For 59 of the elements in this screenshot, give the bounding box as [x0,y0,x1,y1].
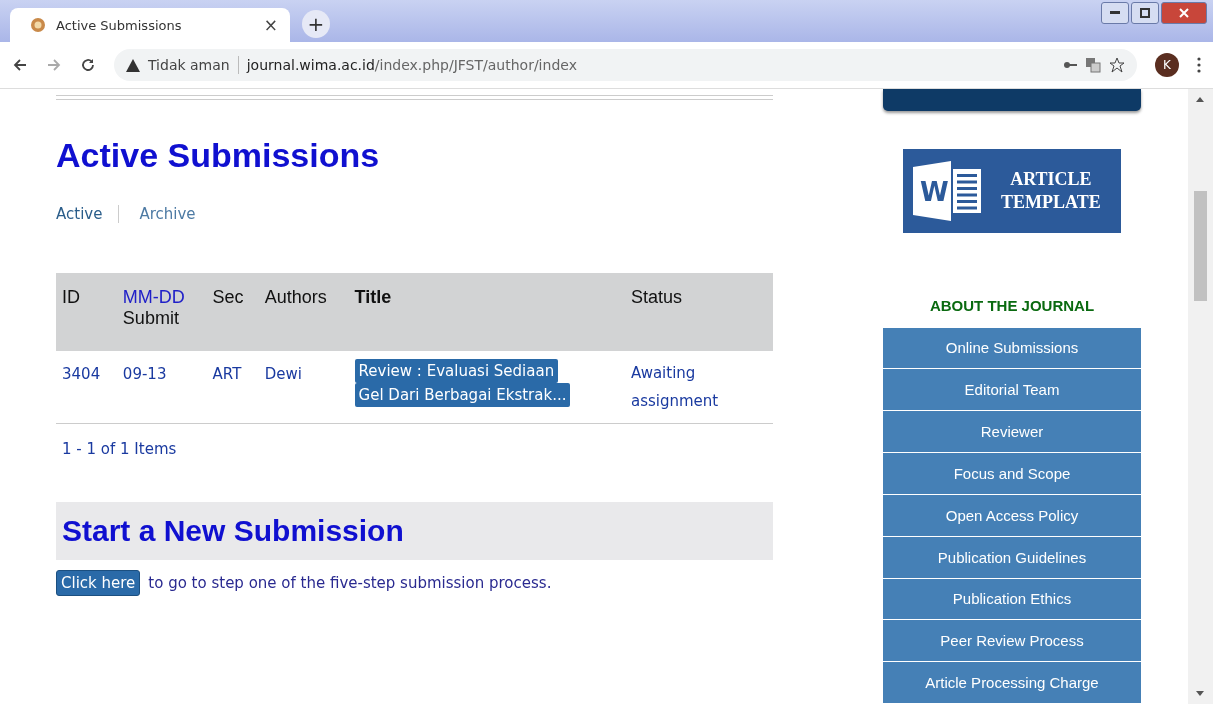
table-cell: ART [212,365,242,383]
column-header: Submit [122,308,179,328]
pagination-text: 1 - 1 of 1 Items [62,440,178,458]
title-link[interactable]: Review : Evaluasi Sediaan [354,359,559,383]
tab-title: Active Submissions [56,17,183,33]
url-text: journal.wima.ac.id/index.php/JFST/author/index [246,57,577,73]
sidebar-menu-item[interactable]: Article Processing Charge [883,662,1141,703]
translate-icon[interactable] [1085,57,1101,73]
column-header: Authors [264,287,327,307]
column-header: Sec [212,287,244,307]
submission-tab[interactable]: Active [56,205,120,223]
browser-tab[interactable]: Active Submissions × [10,8,290,42]
sidebar-menu-item[interactable]: Publication Ethics [883,578,1141,620]
close-icon [1179,8,1189,18]
back-icon[interactable] [12,57,28,73]
minimize-button[interactable] [1101,2,1129,24]
warning-icon [126,58,140,72]
sort-link[interactable]: MM-DD [122,287,185,307]
banner-text: ARTICLE TEMPLATE [1001,168,1101,214]
site-logo-icon [30,17,46,33]
sidebar-menu-item[interactable]: Editorial Team [883,369,1141,411]
column-header: Status [631,287,682,307]
sidebar-menu-item[interactable]: Focus and Scope [883,453,1141,494]
sidebar-heading: ABOUT THE JOURNAL [929,296,1095,314]
maximize-icon [1140,8,1150,18]
table-cell: Dewi [264,365,302,383]
sidebar-menu-item[interactable]: Peer Review Process [883,620,1141,662]
sidebar-menu-item[interactable]: Publication Guidelines [883,536,1141,578]
security-label: Tidak aman [148,57,230,73]
scrollbar[interactable] [1188,89,1213,704]
status-link[interactable]: Awaiting assignment [631,359,741,415]
menu-icon[interactable] [1197,57,1201,73]
address-bar[interactable]: Tidak aman journal.wima.ac.id/index.php/JFST/author/index [114,49,1137,81]
scrollbar-thumb[interactable] [1194,191,1207,301]
column-header: ID [62,287,80,307]
maximize-button[interactable] [1131,2,1159,24]
title-link[interactable]: Gel Dari Berbagai Ekstrak... [354,383,571,407]
submission-id-link[interactable]: 3404 [62,365,101,383]
scroll-up-icon[interactable] [1196,97,1204,102]
key-icon[interactable] [1063,61,1077,69]
sidebar-menu-item[interactable]: Reviewer [883,411,1141,453]
reload-icon[interactable] [80,57,96,73]
submission-tab[interactable]: Archive [139,205,212,223]
close-window-button[interactable] [1161,2,1207,24]
star-icon[interactable] [1109,57,1125,73]
table-cell: 09-13 [122,365,167,383]
column-header: Title [354,287,392,307]
scroll-down-icon[interactable] [1196,691,1204,696]
instruction-text: to go to step one of the five-step submission process. [148,574,552,592]
page-title: Active Submissions [56,136,381,175]
article-template-banner[interactable]: W ARTICLE TEMPLATE [903,148,1121,233]
minimize-icon [1110,11,1120,15]
close-tab-button[interactable]: × [263,15,278,35]
profile-avatar[interactable]: K [1155,53,1179,77]
new-tab-button[interactable]: + [302,10,330,38]
section-title: Start a New Submission [62,514,404,548]
click-here-button[interactable]: Click here [56,570,141,596]
sidebar-menu-item[interactable]: Online Submissions [883,327,1141,369]
sidebar-menu-item[interactable]: Open Access Policy [883,494,1141,536]
